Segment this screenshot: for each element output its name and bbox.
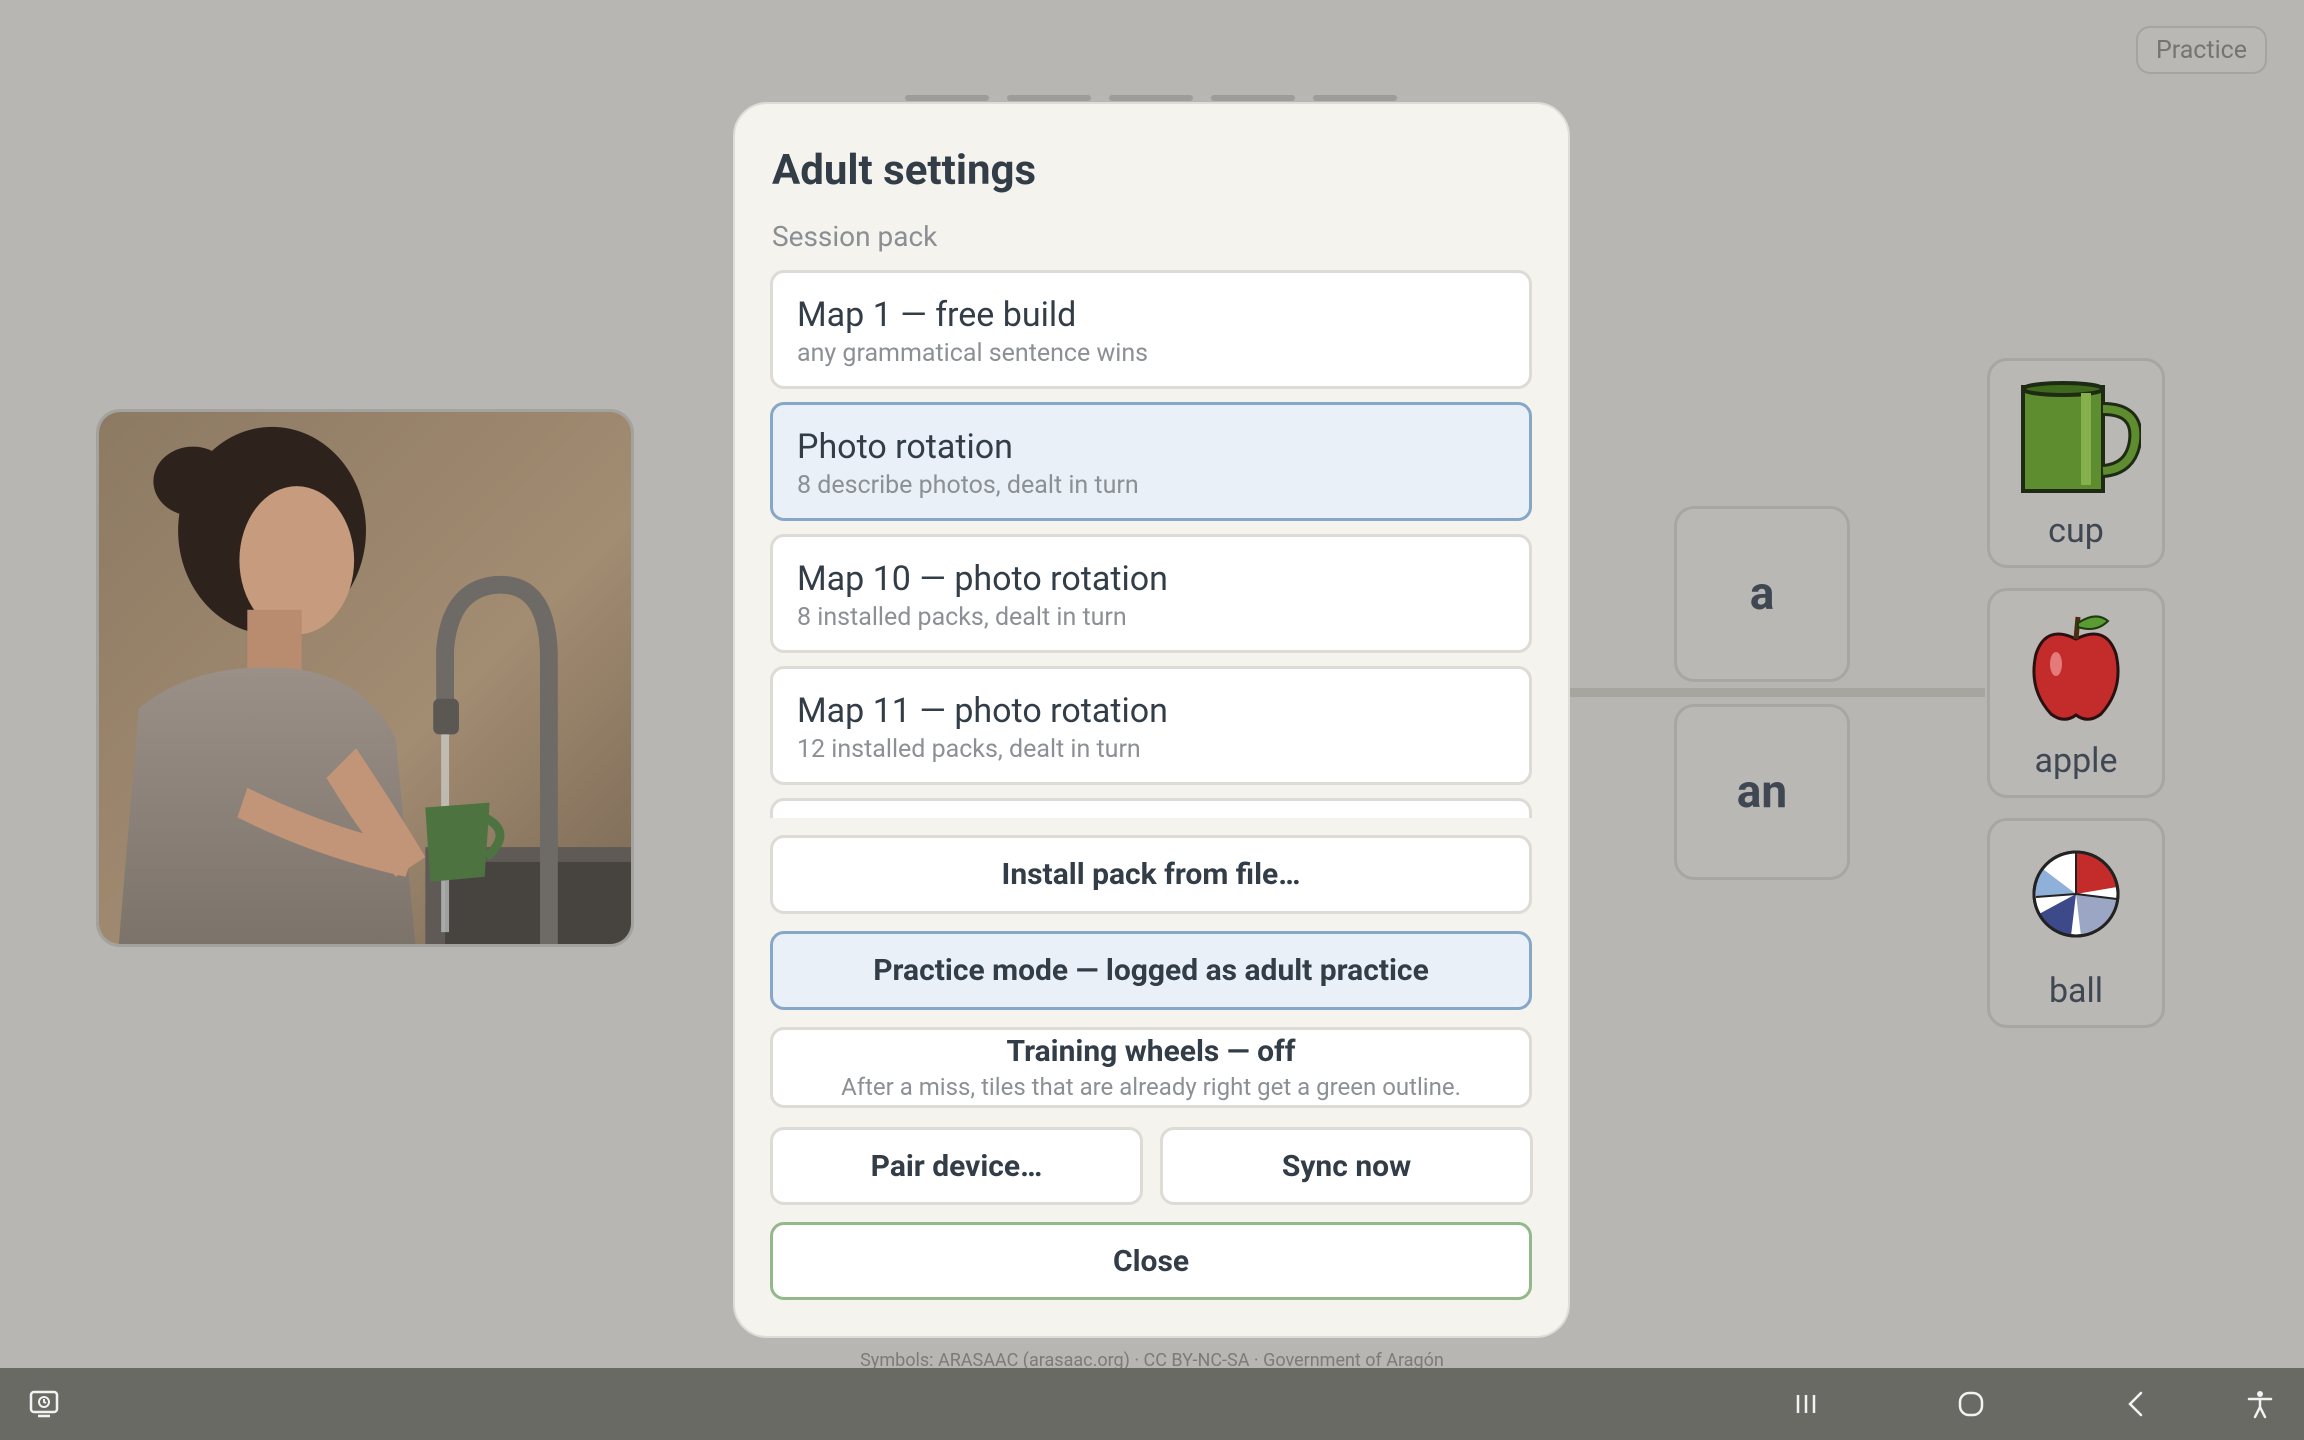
recent-apps-icon[interactable]: [1788, 1386, 1824, 1422]
pack-title: Map 1 — free build: [797, 295, 1077, 335]
picture-tile-label: apple: [2034, 741, 2118, 781]
system-navigation-bar: [0, 1368, 2304, 1440]
scene-photo: [96, 409, 634, 947]
pack-subtitle: any grammatical sentence wins: [797, 339, 1149, 368]
pack-title: Photo rotation: [797, 427, 1013, 467]
cup-icon: [2021, 381, 2141, 493]
training-wheels-description: After a miss, tiles that are already rig…: [841, 1073, 1461, 1101]
accessibility-icon[interactable]: [2242, 1386, 2278, 1422]
training-wheels-toggle[interactable]: Training wheels — off After a miss, tile…: [770, 1027, 1532, 1108]
picture-tile-label: ball: [2048, 971, 2104, 1011]
sentence-slots: [905, 95, 1397, 101]
ball-icon: [2032, 850, 2120, 938]
pack-option-map-1[interactable]: Map 1 — free build any grammatical sente…: [770, 270, 1532, 389]
slot-marker: [905, 95, 989, 101]
home-icon[interactable]: [1953, 1386, 1989, 1422]
training-wheels-label: Training wheels — off: [1006, 1034, 1296, 1069]
pack-title: Map 11 — photo rotation: [797, 691, 1168, 731]
pack-subtitle: 8 describe photos, dealt in turn: [797, 471, 1139, 500]
pack-option-map-10[interactable]: Map 10 — photo rotation 8 installed pack…: [770, 534, 1532, 653]
install-pack-button[interactable]: Install pack from file…: [770, 835, 1532, 914]
pack-subtitle: 8 installed packs, dealt in turn: [797, 603, 1127, 632]
slot-marker: [1211, 95, 1295, 101]
practice-mode-toggle[interactable]: Practice mode — logged as adult practice: [770, 931, 1532, 1010]
picture-tile-apple[interactable]: apple: [1987, 588, 2165, 798]
picture-tile-ball[interactable]: ball: [1987, 818, 2165, 1028]
slot-marker: [1109, 95, 1193, 101]
picture-tile-label: cup: [2048, 511, 2104, 551]
pack-option-map-11[interactable]: Map 11 — photo rotation 12 installed pac…: [770, 666, 1532, 785]
close-button[interactable]: Close: [770, 1222, 1532, 1300]
pack-title: Map 10 — photo rotation: [797, 559, 1168, 599]
word-tile-an[interactable]: an: [1674, 704, 1850, 880]
sync-now-button[interactable]: Sync now: [1160, 1127, 1533, 1205]
dialog-title: Adult settings: [772, 146, 1037, 195]
practice-badge[interactable]: Practice: [2135, 26, 2267, 74]
session-pack-scroll[interactable]: Map 1 — free build any grammatical sente…: [770, 270, 1532, 818]
session-pack-label: Session pack: [772, 220, 938, 253]
slot-marker: [1007, 95, 1091, 101]
screen-pin-icon[interactable]: [26, 1386, 62, 1422]
picture-tile-cup[interactable]: cup: [1987, 358, 2165, 568]
sentence-connector: [1565, 688, 1985, 697]
slot-marker: [1313, 95, 1397, 101]
pair-device-button[interactable]: Pair device…: [770, 1127, 1143, 1205]
apple-icon: [2032, 615, 2120, 721]
word-tile-a[interactable]: a: [1674, 506, 1850, 682]
back-icon[interactable]: [2118, 1386, 2154, 1422]
pack-option-photo-rotation[interactable]: Photo rotation 8 describe photos, dealt …: [770, 402, 1532, 521]
pack-subtitle: 12 installed packs, dealt in turn: [797, 735, 1141, 764]
pack-option-next[interactable]: [770, 798, 1532, 818]
